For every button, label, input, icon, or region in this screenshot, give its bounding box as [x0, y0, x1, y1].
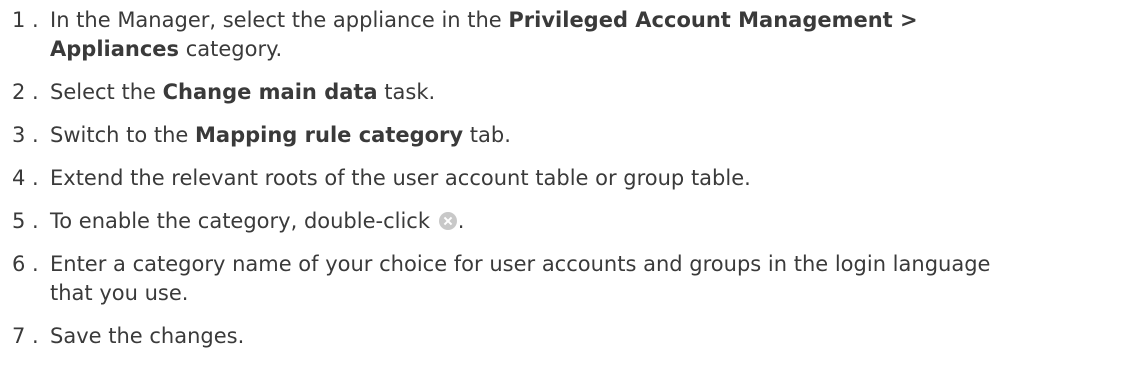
step-number: 3 — [12, 123, 26, 147]
step-number-period: . — [32, 324, 39, 348]
step-number: 5 — [12, 209, 26, 233]
step-text-part: category. — [179, 37, 283, 61]
step-text-part: Select the — [50, 80, 163, 104]
disabled-x-icon — [438, 212, 457, 230]
ui-task-label: Change main data — [162, 80, 378, 104]
step-text-part: To enable the category, double-click — [50, 209, 437, 233]
step-text-part: In the Manager, select the appliance in … — [50, 8, 509, 32]
step-text: Switch to the Mapping rule category tab. — [50, 121, 1145, 150]
step-number: 1 — [12, 8, 26, 32]
step-number-period: . — [32, 8, 39, 32]
step-item: 3. Switch to the Mapping rule category t… — [0, 121, 1145, 150]
step-text-part: tab. — [463, 123, 511, 147]
step-text-part: task. — [377, 80, 436, 104]
step-text: To enable the category, double-click . — [50, 207, 1145, 236]
step-text-part: . — [457, 209, 465, 233]
step-number-period: . — [32, 80, 39, 104]
step-item: 1. In the Manager, select the appliance … — [0, 6, 1145, 64]
ui-category-label: Appliances — [50, 37, 180, 61]
step-number-period: . — [32, 209, 39, 233]
step-item: 7. Save the changes. — [0, 322, 1145, 351]
procedure-steps: 1. In the Manager, select the appliance … — [0, 0, 1145, 351]
step-text: Select the Change main data task. — [50, 78, 1145, 107]
step-number: 6 — [12, 252, 26, 276]
step-number-period: . — [32, 252, 39, 276]
step-item: 6. Enter a category name of your choice … — [0, 250, 1145, 308]
step-text: Enter a category name of your choice for… — [50, 252, 991, 305]
ui-tab-label: Mapping rule category — [195, 123, 464, 147]
step-text-part: Switch to the — [50, 123, 196, 147]
step-text: Extend the relevant roots of the user ac… — [50, 166, 751, 190]
step-item: 5. To enable the category, double-click … — [0, 207, 1145, 236]
step-number: 4 — [12, 166, 26, 190]
step-number: 2 — [12, 80, 26, 104]
step-text: In the Manager, select the appliance in … — [50, 6, 1145, 64]
step-item: 2. Select the Change main data task. — [0, 78, 1145, 107]
step-item: 4. Extend the relevant roots of the user… — [0, 164, 1145, 193]
step-number-period: . — [32, 166, 39, 190]
step-number: 7 — [12, 324, 26, 348]
step-text: Save the changes. — [50, 324, 245, 348]
step-number-period: . — [32, 123, 39, 147]
ui-path-label: Privileged Account Management > — [508, 8, 918, 32]
